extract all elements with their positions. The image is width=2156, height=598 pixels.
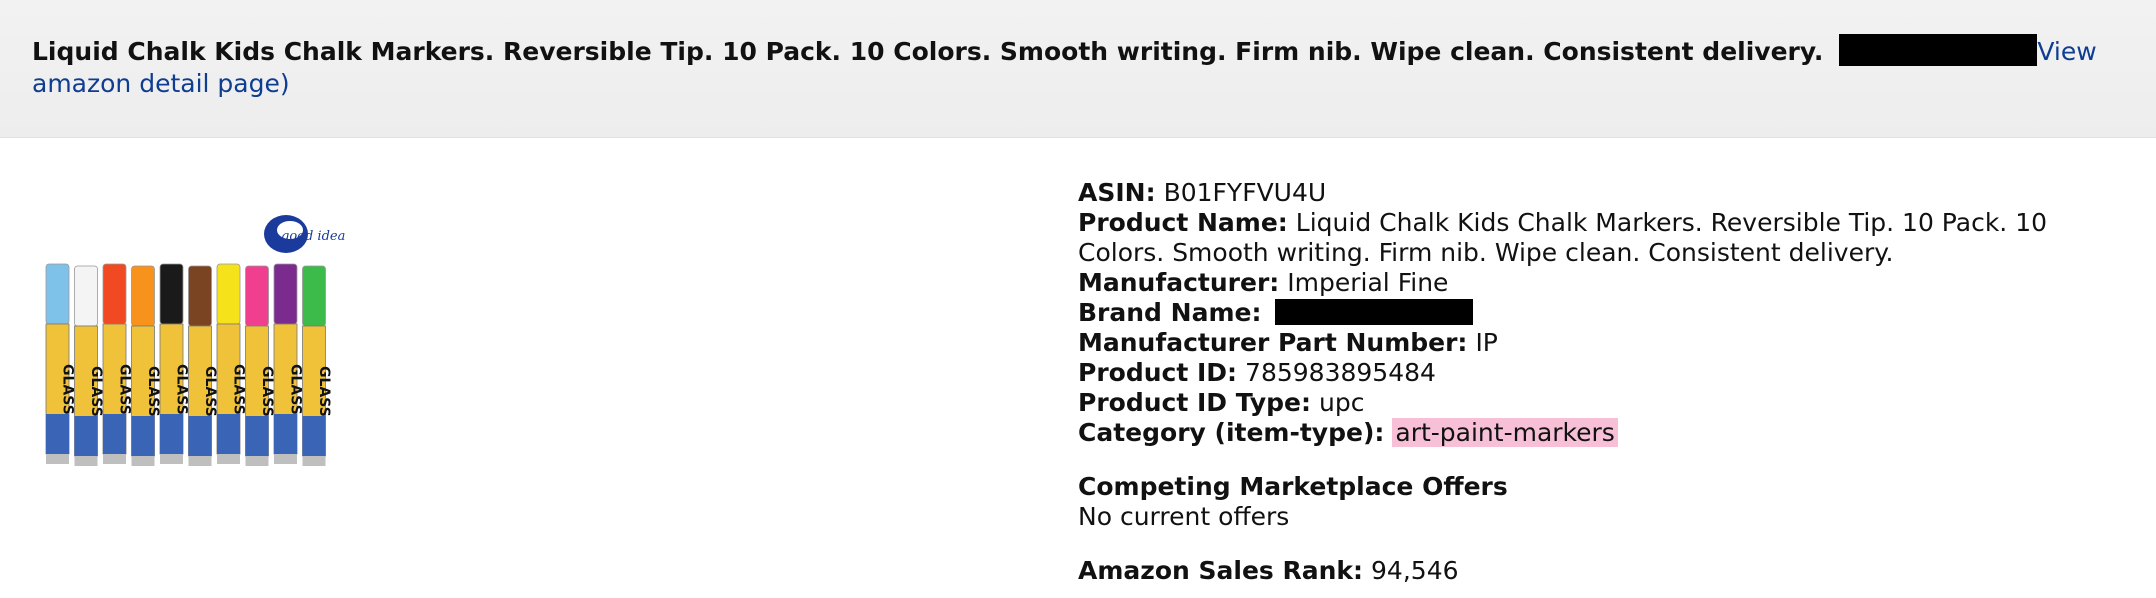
- manufacturer-value: Imperial Fine: [1287, 268, 1449, 297]
- mpn-label: Manufacturer Part Number:: [1078, 328, 1468, 357]
- offers-title: Competing Marketplace Offers: [1078, 472, 1508, 501]
- marker-body-band: [103, 414, 126, 454]
- marker-cap: [245, 265, 269, 327]
- marker-body-band: [302, 416, 326, 456]
- marker-label: GLASS: [88, 366, 104, 417]
- product-details: ASIN: B01FYFVU4U Product Name: Liquid Chal…: [1078, 178, 2138, 586]
- marker-label: GLASS: [145, 366, 161, 417]
- marker-cap: [188, 265, 212, 327]
- marker-body-band: [245, 416, 269, 456]
- marker-cap: [159, 263, 184, 325]
- category-row: Category (item-type): art-paint-markers: [1078, 418, 2138, 448]
- product-id-type-row: Product ID Type: upc: [1078, 388, 2138, 418]
- marker-end: [103, 454, 126, 464]
- product-id-type-label: Product ID Type:: [1078, 388, 1311, 417]
- marker-body-band: [131, 416, 155, 456]
- marker-label: GLASS: [117, 364, 133, 415]
- product-id-type-value: upc: [1318, 388, 1365, 417]
- marker-cap: [131, 265, 155, 327]
- brand-name-redacted: [1275, 299, 1474, 325]
- marker-end: [160, 454, 183, 464]
- mpn-row: Manufacturer Part Number: IP: [1078, 328, 2138, 358]
- brand-name-row: Brand Name:: [1078, 298, 2138, 328]
- marker-end: [188, 456, 212, 466]
- marker-cap: [74, 265, 98, 327]
- marker-end: [217, 454, 240, 464]
- redacted-block: [1839, 34, 2038, 66]
- marker-label: GLASS: [202, 366, 218, 417]
- header-text: Liquid Chalk Kids Chalk Markers. Reversi…: [32, 34, 2122, 100]
- asin-row: ASIN: B01FYFVU4U: [1078, 178, 2138, 208]
- marker-label: GLASS: [60, 364, 76, 415]
- marker-label: GLASS: [259, 366, 275, 417]
- manufacturer-label: Manufacturer:: [1078, 268, 1280, 297]
- marker-end: [46, 454, 69, 464]
- marker-label: GLASS: [231, 364, 247, 415]
- product-image: good idea GLASS GLASS GLASS GLASS GLASS GLASS…: [32, 206, 354, 468]
- mpn-value: IP: [1475, 328, 1498, 357]
- marker-cap: [102, 263, 127, 325]
- marker-end: [74, 456, 98, 466]
- product-name-label: Product Name:: [1078, 208, 1288, 237]
- marker-label: GLASS: [174, 364, 190, 415]
- marker-end: [131, 456, 155, 466]
- sales-rank-value: 94,546: [1371, 556, 1459, 585]
- asin-label: ASIN:: [1078, 178, 1156, 207]
- marker-body-band: [217, 414, 240, 454]
- product-id-label: Product ID:: [1078, 358, 1238, 387]
- asin-value: B01FYFVU4U: [1163, 178, 1327, 207]
- marker-cap: [273, 263, 298, 325]
- marker-cap: [45, 263, 70, 325]
- header-product-title: Liquid Chalk Kids Chalk Markers. Reversi…: [32, 37, 1824, 66]
- product-id-value: 785983895484: [1245, 358, 1436, 387]
- product-id-row: Product ID: 785983895484: [1078, 358, 2138, 388]
- marker-body-band: [74, 416, 98, 456]
- sales-rank-label: Amazon Sales Rank:: [1078, 556, 1364, 585]
- marker-label: GLASS: [316, 366, 332, 417]
- marker-body-band: [274, 414, 297, 454]
- brand-name-label: Brand Name:: [1078, 298, 1262, 327]
- marker-end: [302, 456, 326, 466]
- marker-end: [274, 454, 297, 464]
- category-value: art-paint-markers: [1392, 418, 1618, 447]
- marker-cap: [302, 265, 326, 327]
- category-label: Category (item-type):: [1078, 418, 1385, 447]
- marker-pack: GLASS GLASS GLASS GLASS GLASS GLASS GLASS GLASS…: [45, 263, 332, 466]
- sales-rank-row: Amazon Sales Rank: 94,546: [1078, 556, 2138, 586]
- marker-end: [245, 456, 269, 466]
- marker-cap: [216, 263, 241, 325]
- marker-body-band: [160, 414, 183, 454]
- marker-body-band: [188, 416, 212, 456]
- marker-body-band: [46, 414, 69, 454]
- offers-value: No current offers: [1078, 502, 1290, 531]
- marker-label: GLASS: [288, 364, 304, 415]
- product-name-row: Product Name: Liquid Chalk Kids Chalk Mar…: [1078, 208, 2138, 268]
- product-image-svg: good idea GLASS GLASS GLASS GLASS GLASS GLASS…: [45, 215, 345, 466]
- product-header: Liquid Chalk Kids Chalk Markers. Reversi…: [0, 0, 2156, 138]
- manufacturer-row: Manufacturer: Imperial Fine: [1078, 268, 2138, 298]
- logo-text: good idea: [281, 229, 345, 244]
